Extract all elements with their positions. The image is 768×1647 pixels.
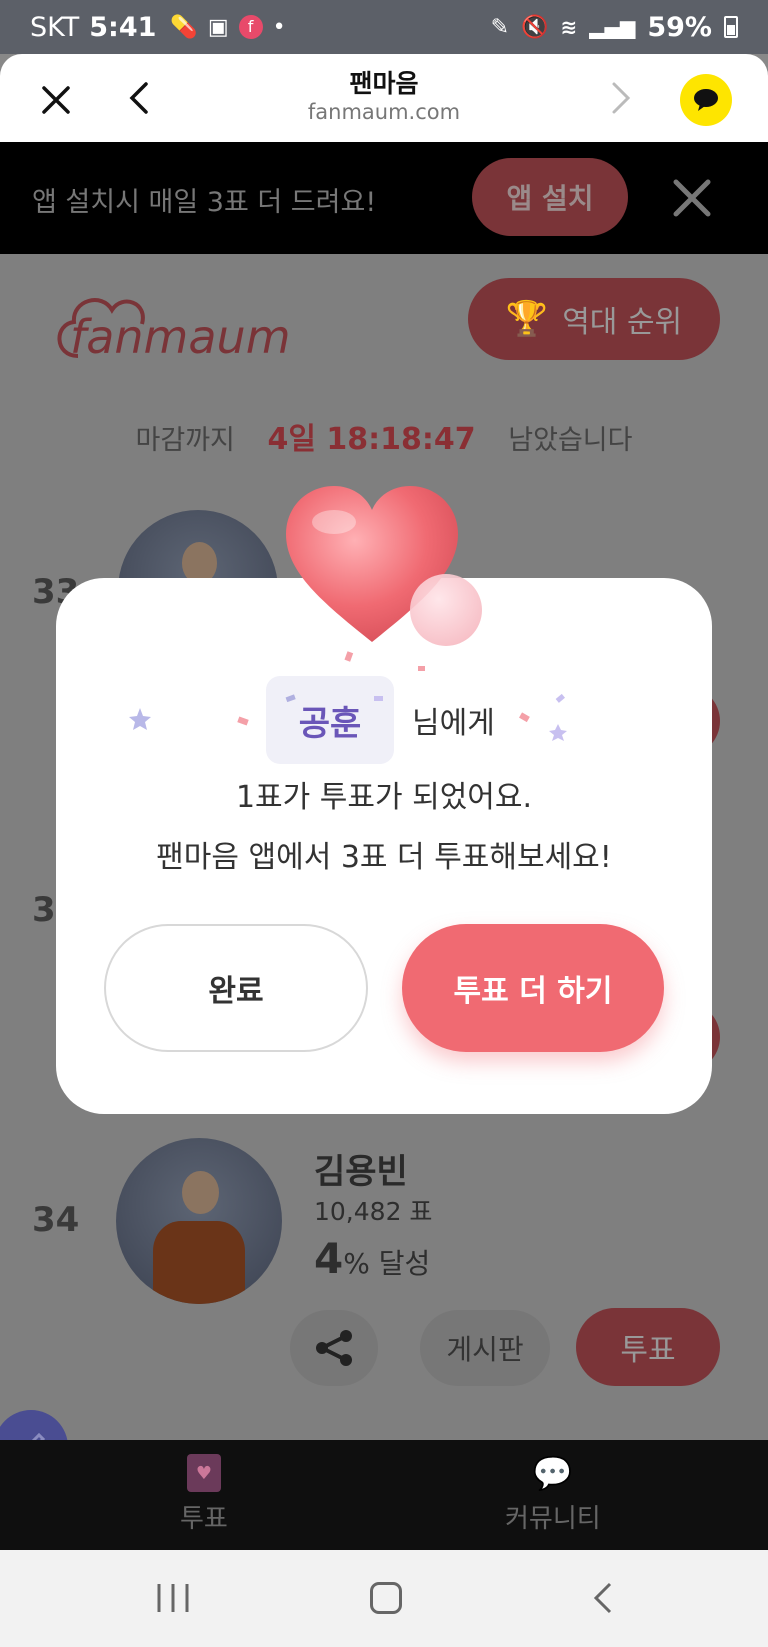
- deadline-suffix: 남았습니다: [508, 425, 633, 456]
- system-nav-bar: [0, 1550, 768, 1647]
- vote-button[interactable]: 투표: [576, 1308, 720, 1386]
- share-icon: [316, 1330, 352, 1366]
- tab-vote[interactable]: ♥ 투표: [180, 1454, 228, 1535]
- speech-bubble-icon: [694, 89, 718, 111]
- banner-close-icon[interactable]: [672, 178, 712, 218]
- tab-community[interactable]: 💬 커뮤니티: [505, 1454, 601, 1535]
- trophy-icon: 🏆: [505, 299, 549, 339]
- install-app-button[interactable]: 앱 설치: [472, 158, 628, 236]
- clock: 5:41: [89, 11, 157, 43]
- vote-count: 10,482 표: [314, 1197, 433, 1226]
- kakao-chat-button[interactable]: [680, 74, 732, 126]
- rank-number: 3: [32, 890, 56, 930]
- back-nav-icon[interactable]: [588, 1580, 618, 1616]
- deadline-row: 마감까지 4일 18:18:47 남았습니다: [0, 414, 768, 458]
- app-notification-icon: f: [238, 15, 263, 39]
- notification-icons: 💊 ▣ f •: [170, 15, 285, 40]
- vote-confirm-message: 1표가 투표가 되었어요.: [235, 780, 533, 815]
- page-title: 팬마음: [349, 69, 419, 98]
- dot-icon: •: [272, 14, 286, 40]
- vote-heart-icon: ♥: [186, 1454, 221, 1492]
- all-time-ranking-button[interactable]: 🏆 역대 순위: [468, 278, 720, 360]
- deadline-countdown: 4일 18:18:47: [267, 422, 476, 457]
- chat-bubbles-icon: 💬: [532, 1454, 573, 1492]
- share-button[interactable]: [290, 1310, 378, 1386]
- all-time-ranking-label: 역대 순위: [562, 305, 683, 340]
- vote-complete-dialog: 공훈 님에게 1표가 투표가 되었어요. 팬마음 앱에서 3표 더 투표해보세요…: [56, 578, 712, 1114]
- status-bar: SKT 5:41 💊 ▣ f • ✎ 🔇 ≋ ▂▄▆ 59%: [0, 0, 768, 54]
- heart-icon: [286, 486, 482, 646]
- vote-more-button[interactable]: 투표 더 하기: [402, 924, 664, 1052]
- nfc-icon: ✎: [490, 14, 510, 40]
- percent-value: 4: [314, 1234, 344, 1283]
- deadline-prefix: 마감까지: [135, 425, 235, 456]
- done-button[interactable]: 완료: [104, 924, 368, 1052]
- bottom-tab-bar: ♥ 투표 💬 커뮤니티: [0, 1440, 768, 1550]
- vote-more-message: 팬마음 앱에서 3표 더 투표해보세요!: [156, 840, 612, 875]
- fanmaum-logo[interactable]: fanmaum: [50, 278, 290, 368]
- mute-icon: 🔇: [521, 14, 549, 40]
- pill-icon: 💊: [170, 14, 198, 40]
- forward-icon[interactable]: [600, 78, 640, 118]
- browser-header: 팬마음 fanmaum.com: [0, 54, 768, 142]
- install-banner-text: 앱 설치시 매일 3표 더 드려요!: [32, 187, 377, 218]
- tab-community-label: 커뮤니티: [505, 1504, 601, 1534]
- carrier-label: SKT: [30, 11, 80, 43]
- page-url: fanmaum.com: [307, 100, 461, 124]
- battery-icon: [724, 16, 738, 38]
- signal-icon: ▂▄▆: [589, 15, 636, 39]
- home-icon[interactable]: [370, 1582, 402, 1614]
- confetti-decoration: [129, 651, 567, 741]
- image-icon: ▣: [207, 14, 229, 40]
- avatar[interactable]: [116, 1138, 282, 1304]
- logo-text: fanmaum: [70, 310, 290, 364]
- recent-apps-icon[interactable]: [156, 1580, 190, 1616]
- achievement-percent: 4% 달성: [314, 1234, 430, 1283]
- tab-vote-label: 투표: [180, 1504, 228, 1534]
- candidate-name: 김용빈: [314, 1152, 408, 1192]
- wifi-icon: ≋: [560, 15, 578, 39]
- rank-number: 34: [32, 1200, 80, 1240]
- battery-percent: 59%: [647, 11, 712, 43]
- percent-suffix: % 달성: [343, 1247, 431, 1280]
- install-banner: 앱 설치시 매일 3표 더 드려요! 앱 설치: [0, 142, 768, 254]
- board-button[interactable]: 게시판: [420, 1310, 550, 1386]
